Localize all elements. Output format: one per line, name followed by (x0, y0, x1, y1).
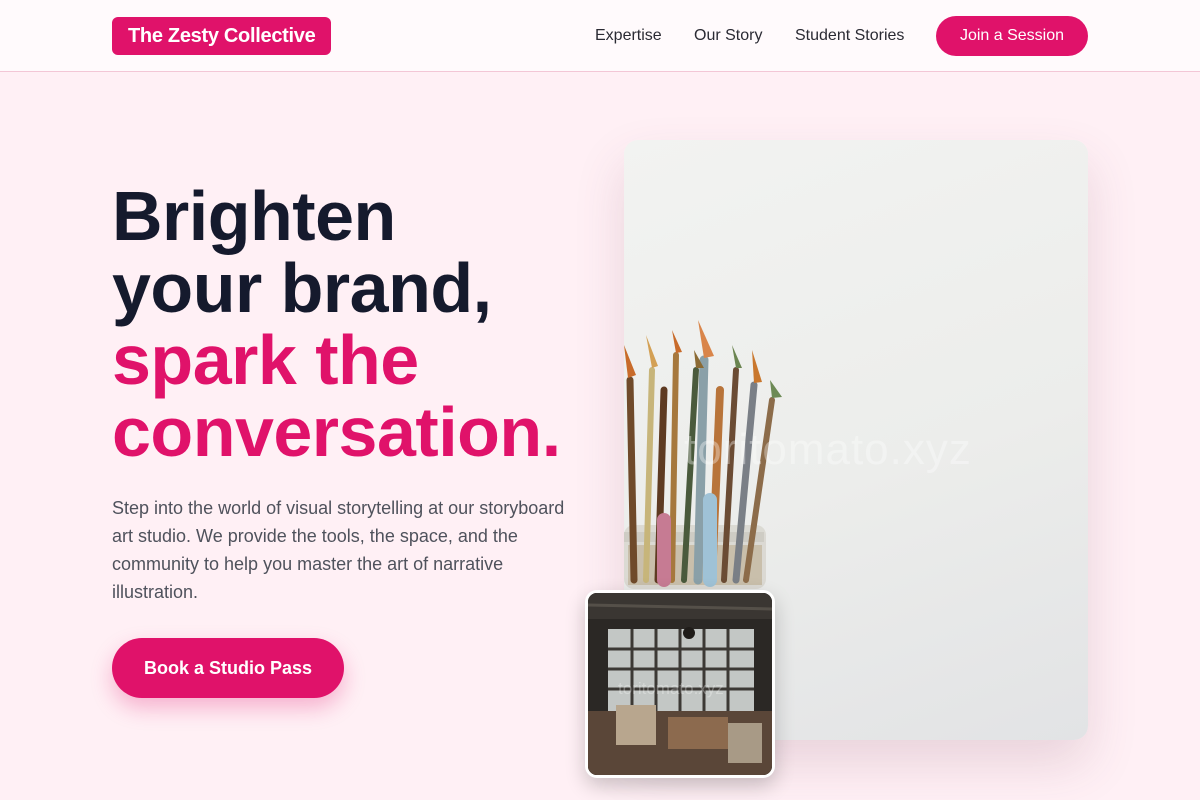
nav-link-expertise[interactable]: Expertise (595, 26, 662, 46)
nav-link-our-story[interactable]: Our Story (694, 26, 762, 46)
image-watermark: toritomato.xyz (684, 425, 972, 474)
studio-interior-image: toritomato.xyz (585, 590, 775, 778)
headline-accent-line-1: spark the (112, 321, 419, 399)
join-session-button[interactable]: Join a Session (936, 16, 1088, 56)
headline-accent-line-2: conversation. (112, 393, 561, 471)
top-navbar: The Zesty Collective Expertise Our Story… (0, 0, 1200, 72)
inset-image-watermark: toritomato.xyz (618, 679, 724, 698)
hero-headline: Brighten your brand, spark the conversat… (112, 180, 612, 468)
headline-line-1: Brighten (112, 177, 396, 255)
nav-link-student-stories[interactable]: Student Stories (795, 26, 904, 46)
book-studio-pass-button[interactable]: Book a Studio Pass (112, 638, 344, 698)
brand-logo[interactable]: The Zesty Collective (112, 17, 332, 55)
headline-line-2: your brand, (112, 249, 492, 327)
hero-description: Step into the world of visual storytelli… (112, 498, 565, 602)
